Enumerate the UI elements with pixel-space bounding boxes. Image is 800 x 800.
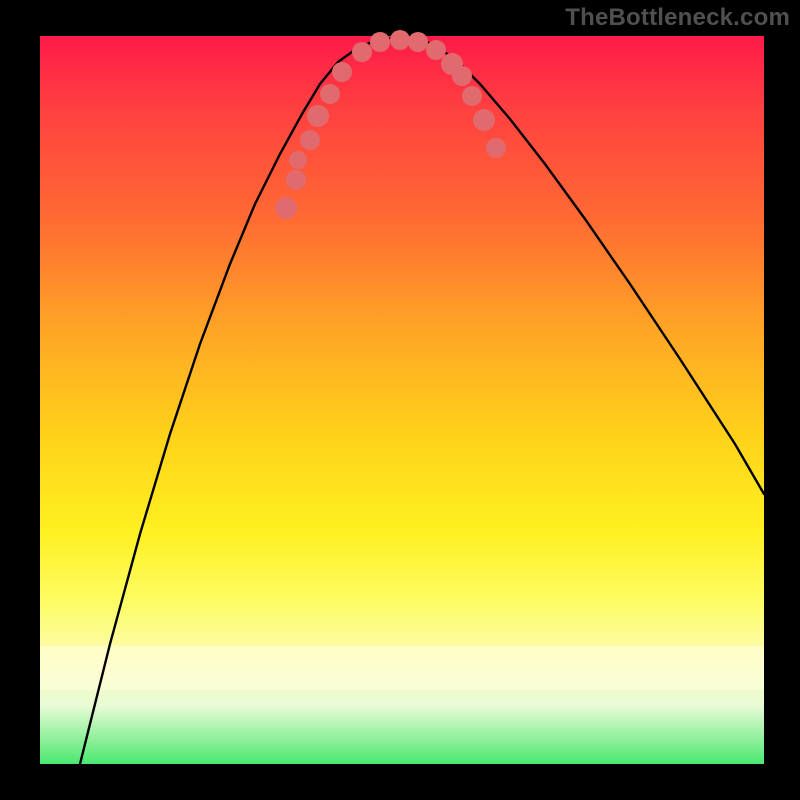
sample-dot: [390, 30, 410, 50]
attribution-label: TheBottleneck.com: [565, 4, 790, 32]
sample-dots-group: [275, 30, 506, 219]
sample-dot: [307, 105, 329, 127]
sample-dot: [300, 130, 320, 150]
sample-dot: [452, 66, 472, 86]
sample-dot: [289, 151, 307, 169]
plot-area: [40, 36, 764, 764]
sample-dot: [462, 86, 482, 106]
sample-dot: [286, 170, 306, 190]
sample-dot: [473, 109, 495, 131]
sample-dot: [320, 84, 340, 104]
sample-dot: [275, 197, 297, 219]
sample-dot: [408, 32, 428, 52]
sample-dot: [426, 40, 446, 60]
sample-dot: [332, 62, 352, 82]
chart-frame: TheBottleneck.com: [0, 0, 800, 800]
curve-layer: [40, 36, 764, 764]
bottleneck-curve: [80, 38, 764, 764]
sample-dot: [370, 32, 390, 52]
sample-dot: [486, 138, 506, 158]
sample-dot: [352, 42, 372, 62]
